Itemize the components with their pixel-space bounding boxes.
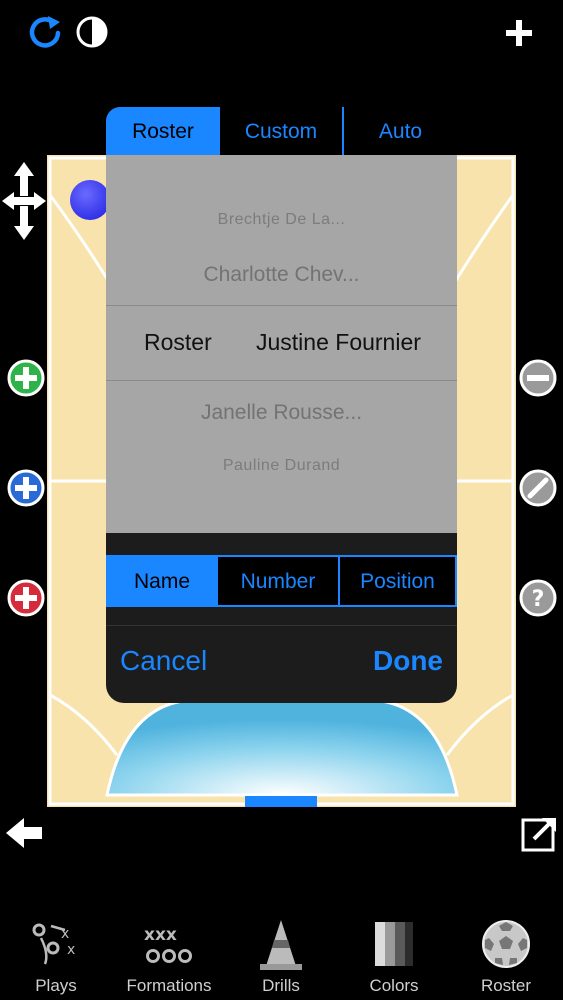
nav-plays[interactable]: x x Plays [6, 918, 106, 1000]
nav-label: Plays [35, 976, 77, 995]
export-button[interactable] [520, 815, 558, 853]
move-button[interactable] [2, 162, 46, 240]
plus-icon [506, 20, 532, 46]
roster-picker[interactable]: Brechtje De La... Charlotte Chev... Rost… [106, 155, 457, 533]
picker-item[interactable]: Pauline Durand [106, 457, 457, 475]
svg-text:?: ? [532, 587, 545, 612]
help-icon: ? [519, 579, 557, 617]
sort-number-segment[interactable]: Number [216, 557, 340, 605]
picker-selected-item[interactable]: Justine Fournier [256, 329, 421, 356]
export-icon [521, 818, 556, 852]
minus-icon [519, 359, 557, 397]
picker-item[interactable]: Charlotte Chev... [106, 263, 457, 287]
tab-auto[interactable]: Auto [344, 107, 457, 155]
nav-label: Drills [262, 976, 300, 995]
remove-button[interactable] [518, 358, 558, 398]
plays-icon: x x [32, 923, 75, 965]
picker-item[interactable]: Brechtje De La... [106, 211, 457, 229]
mode-tab-bar: Roster Custom Auto [106, 107, 457, 155]
add-green-icon [7, 359, 45, 397]
edit-icon [519, 469, 557, 507]
colors-icon [375, 922, 413, 966]
sort-name-segment[interactable]: Name [108, 557, 216, 605]
nav-label: Colors [369, 976, 419, 995]
sort-position-segment[interactable]: Position [340, 557, 455, 605]
contrast-button[interactable] [74, 14, 110, 50]
sort-segmented-control: Name Number Position [106, 555, 457, 607]
ball-icon [482, 920, 530, 968]
contrast-icon [76, 16, 108, 48]
back-button[interactable] [4, 815, 44, 851]
nav-label: Formations [126, 976, 212, 995]
picker-item[interactable]: Janelle Rousse... [106, 401, 457, 425]
cone-icon [260, 920, 302, 970]
svg-text:xxx: xxx [144, 925, 177, 945]
arrow-left-icon [6, 818, 42, 848]
formations-icon: xxx [144, 925, 192, 963]
refresh-icon [29, 16, 61, 48]
svg-text:x: x [67, 942, 75, 958]
add-green-button[interactable] [6, 358, 46, 398]
add-red-button[interactable] [6, 578, 46, 618]
add-red-icon [7, 579, 45, 617]
add-button[interactable] [500, 14, 538, 52]
nav-drills[interactable]: Drills [231, 918, 331, 1000]
done-button[interactable]: Done [373, 645, 443, 677]
dialog-footer: Name Number Position Cancel Done [106, 533, 457, 703]
edit-button[interactable] [518, 468, 558, 508]
nav-roster[interactable]: Roster [456, 918, 556, 1000]
nav-label: Roster [480, 976, 532, 995]
divider [106, 625, 457, 626]
help-button[interactable]: ? [518, 578, 558, 618]
cancel-button[interactable]: Cancel [120, 645, 207, 677]
add-blue-icon [7, 469, 45, 507]
tab-roster[interactable]: Roster [106, 107, 220, 155]
refresh-button[interactable] [24, 12, 66, 54]
nav-formations[interactable]: xxx Formations [119, 918, 219, 1000]
nav-colors[interactable]: Colors [344, 918, 444, 1000]
picker-column-label: Roster [144, 329, 212, 355]
add-blue-button[interactable] [6, 468, 46, 508]
player-token[interactable] [70, 180, 110, 220]
tab-custom[interactable]: Custom [220, 107, 344, 155]
move-arrows-icon [2, 162, 46, 240]
